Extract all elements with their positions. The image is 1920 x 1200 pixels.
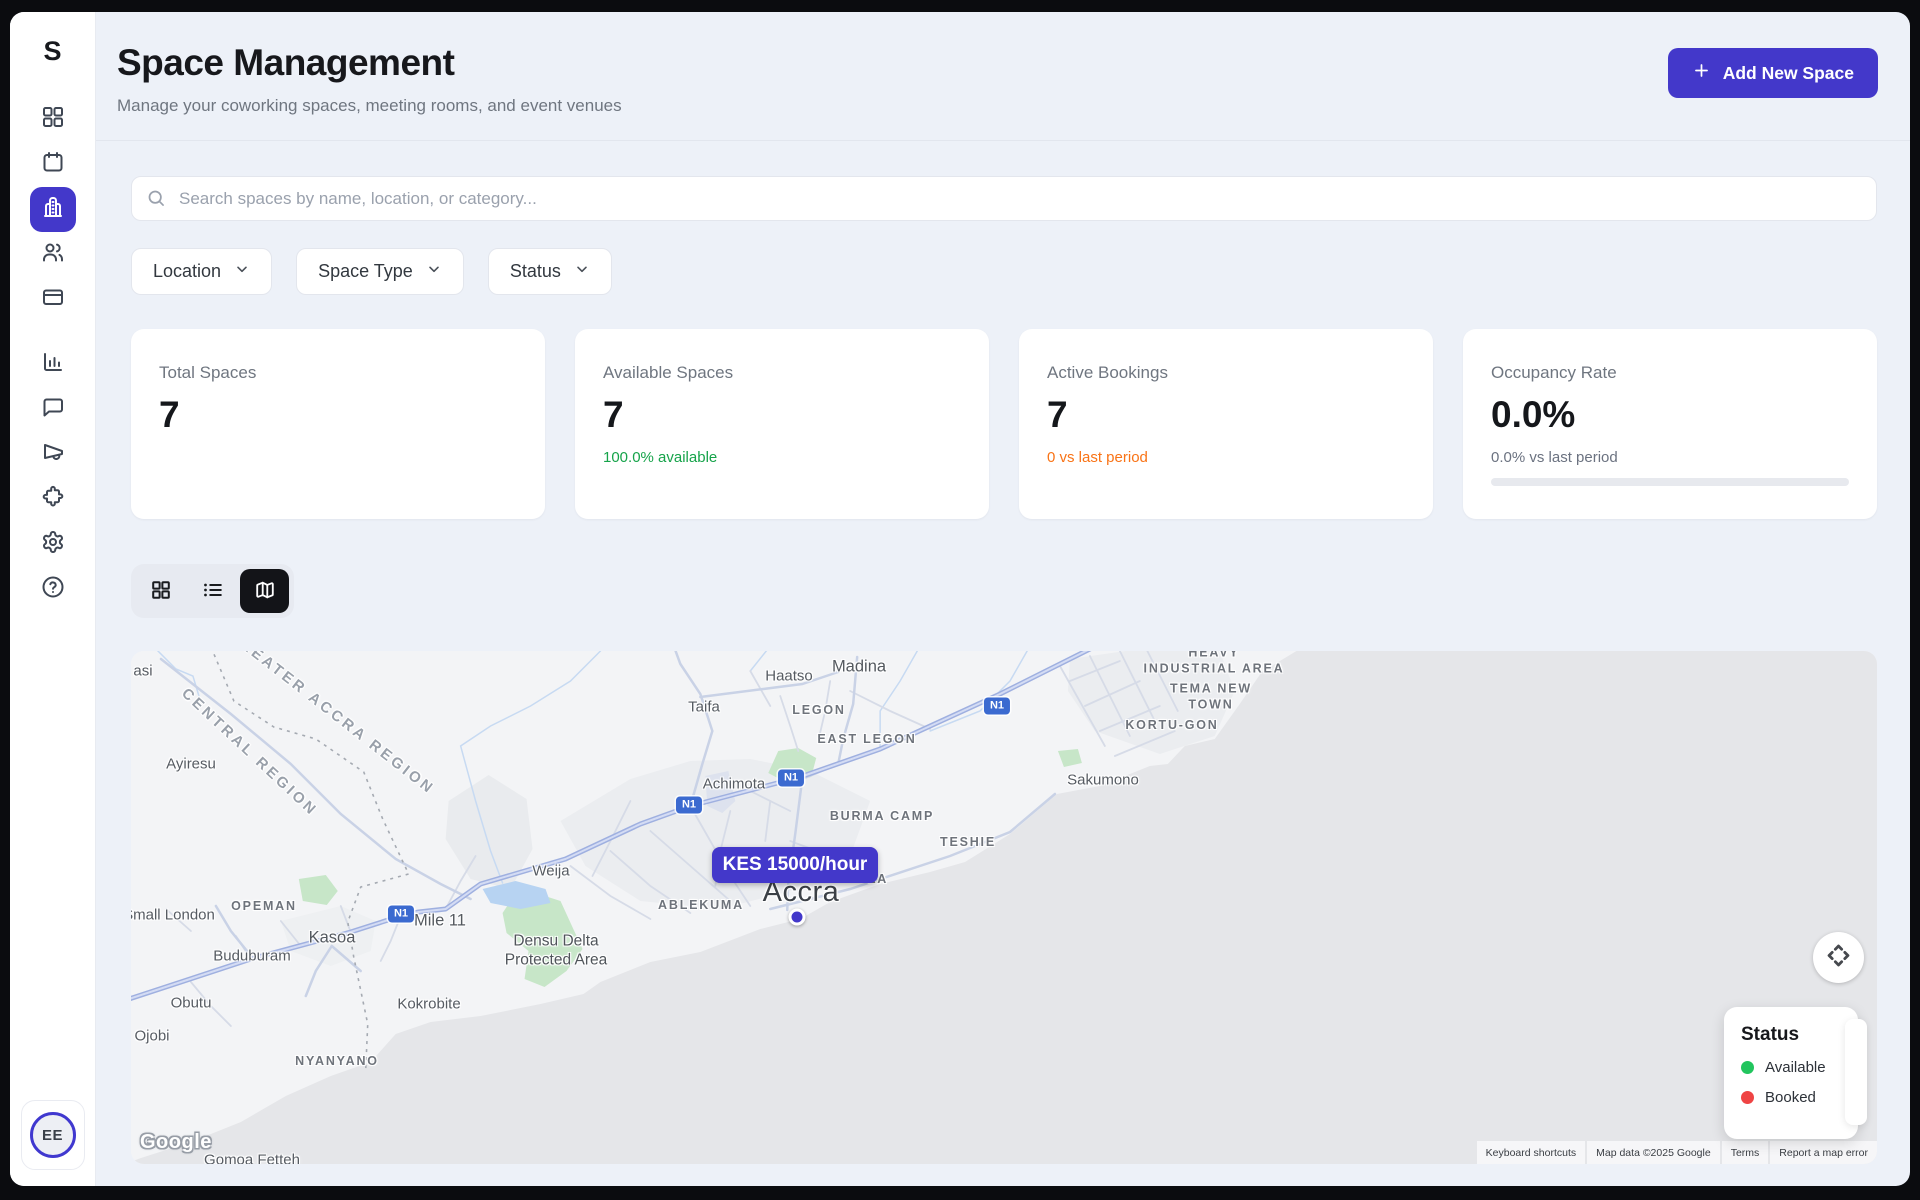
sidebar-item-messages[interactable] — [30, 387, 76, 432]
chevron-down-icon — [426, 261, 442, 282]
map-data-credit: Map data ©2025 Google — [1587, 1141, 1720, 1164]
booked-dot-icon — [1741, 1091, 1754, 1104]
app-window: S — [10, 12, 1910, 1186]
stats-row: Total Spaces 7 Available Spaces 7 100.0%… — [131, 329, 1877, 519]
sidebar-item-bookings[interactable] — [30, 142, 76, 187]
stat-label: Available Spaces — [603, 363, 961, 383]
page-header-text: Space Management Manage your coworking s… — [117, 42, 622, 116]
credit-card-icon — [41, 285, 65, 314]
sidebar-footer: EE — [21, 1100, 85, 1170]
stat-card: Available Spaces 7 100.0% available — [575, 329, 989, 519]
view-toggle-group — [131, 564, 294, 618]
location-filter[interactable]: Location — [131, 248, 272, 295]
main-content: Space Management Manage your coworking s… — [96, 12, 1910, 1186]
page-title: Space Management — [117, 42, 622, 84]
view-toggle-row — [131, 564, 1877, 618]
status-filter[interactable]: Status — [488, 248, 612, 295]
legend-booked-label: Booked — [1765, 1089, 1816, 1106]
map-attribution: Keyboard shortcuts Map data ©2025 Google… — [1477, 1141, 1877, 1164]
building-icon — [41, 195, 65, 224]
calendar-icon — [41, 150, 65, 179]
stat-sub: 100.0% available — [603, 449, 961, 466]
sidebar-item-billing[interactable] — [30, 277, 76, 322]
map-view-icon — [254, 579, 276, 604]
map-pan-control[interactable] — [1813, 932, 1864, 983]
filter-row: Location Space Type Status — [131, 248, 1877, 295]
sidebar: S — [10, 12, 96, 1186]
avatar[interactable]: EE — [30, 1112, 76, 1158]
stat-value: 7 — [1047, 394, 1405, 436]
map[interactable]: asiGREATER ACCRA REGIONCENTRAL REGIONAyi… — [131, 651, 1877, 1164]
list-view-button[interactable] — [188, 569, 237, 613]
pan-arrows-icon — [1825, 942, 1852, 974]
legend-available-label: Available — [1765, 1059, 1826, 1076]
plus-icon — [1692, 61, 1711, 85]
stat-label: Total Spaces — [159, 363, 517, 383]
stat-label: Occupancy Rate — [1491, 363, 1849, 383]
space-type-filter[interactable]: Space Type — [296, 248, 464, 295]
chevron-down-icon — [234, 261, 250, 282]
grid-icon — [41, 105, 65, 134]
message-icon — [41, 395, 65, 424]
stat-value: 7 — [159, 394, 517, 436]
grid-view-button[interactable] — [136, 569, 185, 613]
user-menu[interactable]: EE — [21, 1100, 85, 1170]
map-base — [131, 651, 1877, 1164]
add-new-space-label: Add New Space — [1723, 63, 1854, 84]
search-icon — [146, 188, 167, 209]
chevron-down-icon — [574, 261, 590, 282]
legend-item-booked: Booked — [1741, 1089, 1858, 1106]
status-legend: Status Available Booked — [1724, 1007, 1858, 1139]
stat-sub: 0 vs last period — [1047, 449, 1405, 466]
page-subtitle: Manage your coworking spaces, meeting ro… — [117, 96, 622, 116]
legend-item-available: Available — [1741, 1059, 1858, 1076]
sidebar-nav — [30, 97, 76, 612]
sidebar-item-analytics[interactable] — [30, 342, 76, 387]
search-bar — [131, 176, 1877, 221]
available-dot-icon — [1741, 1061, 1754, 1074]
list-view-icon — [202, 579, 224, 604]
sidebar-item-help[interactable] — [30, 567, 76, 612]
stat-label: Active Bookings — [1047, 363, 1405, 383]
stat-card: Active Bookings 7 0 vs last period — [1019, 329, 1433, 519]
stat-sub: 0.0% vs last period — [1491, 449, 1849, 466]
space-price-marker[interactable]: KES 15000/hour — [712, 847, 878, 883]
occupancy-progress-bar — [1491, 478, 1849, 486]
keyboard-shortcuts-link[interactable]: Keyboard shortcuts — [1477, 1141, 1585, 1164]
legend-title: Status — [1741, 1024, 1858, 1046]
sidebar-item-settings[interactable] — [30, 522, 76, 567]
sidebar-item-members[interactable] — [30, 232, 76, 277]
location-filter-label: Location — [153, 261, 221, 282]
stat-card: Occupancy Rate 0.0% 0.0% vs last period — [1463, 329, 1877, 519]
sidebar-item-integrations[interactable] — [30, 477, 76, 522]
bar-chart-icon — [41, 350, 65, 379]
terms-link[interactable]: Terms — [1722, 1141, 1769, 1164]
map-view-button[interactable] — [240, 569, 289, 613]
space-location-dot[interactable] — [789, 909, 806, 926]
report-map-error-link[interactable]: Report a map error — [1770, 1141, 1877, 1164]
sidebar-item-spaces[interactable] — [30, 187, 76, 232]
sidebar-item-announcements[interactable] — [30, 432, 76, 477]
help-icon — [41, 575, 65, 604]
google-logo: Google — [140, 1131, 212, 1154]
settings-icon — [41, 530, 65, 559]
grid-view-icon — [150, 579, 172, 604]
stat-value: 0.0% — [1491, 394, 1849, 436]
space-type-filter-label: Space Type — [318, 261, 413, 282]
puzzle-icon — [41, 485, 65, 514]
megaphone-icon — [41, 440, 65, 469]
page-header: Space Management Manage your coworking s… — [96, 12, 1910, 141]
app-logo: S — [43, 36, 61, 67]
stat-value: 7 — [603, 394, 961, 436]
stat-card: Total Spaces 7 — [131, 329, 545, 519]
sidebar-item-dashboard[interactable] — [30, 97, 76, 142]
search-input[interactable] — [131, 176, 1877, 221]
users-icon — [41, 240, 65, 269]
add-new-space-button[interactable]: Add New Space — [1668, 48, 1878, 98]
page-body: Location Space Type Status Total Spaces … — [96, 141, 1910, 1164]
status-filter-label: Status — [510, 261, 561, 282]
